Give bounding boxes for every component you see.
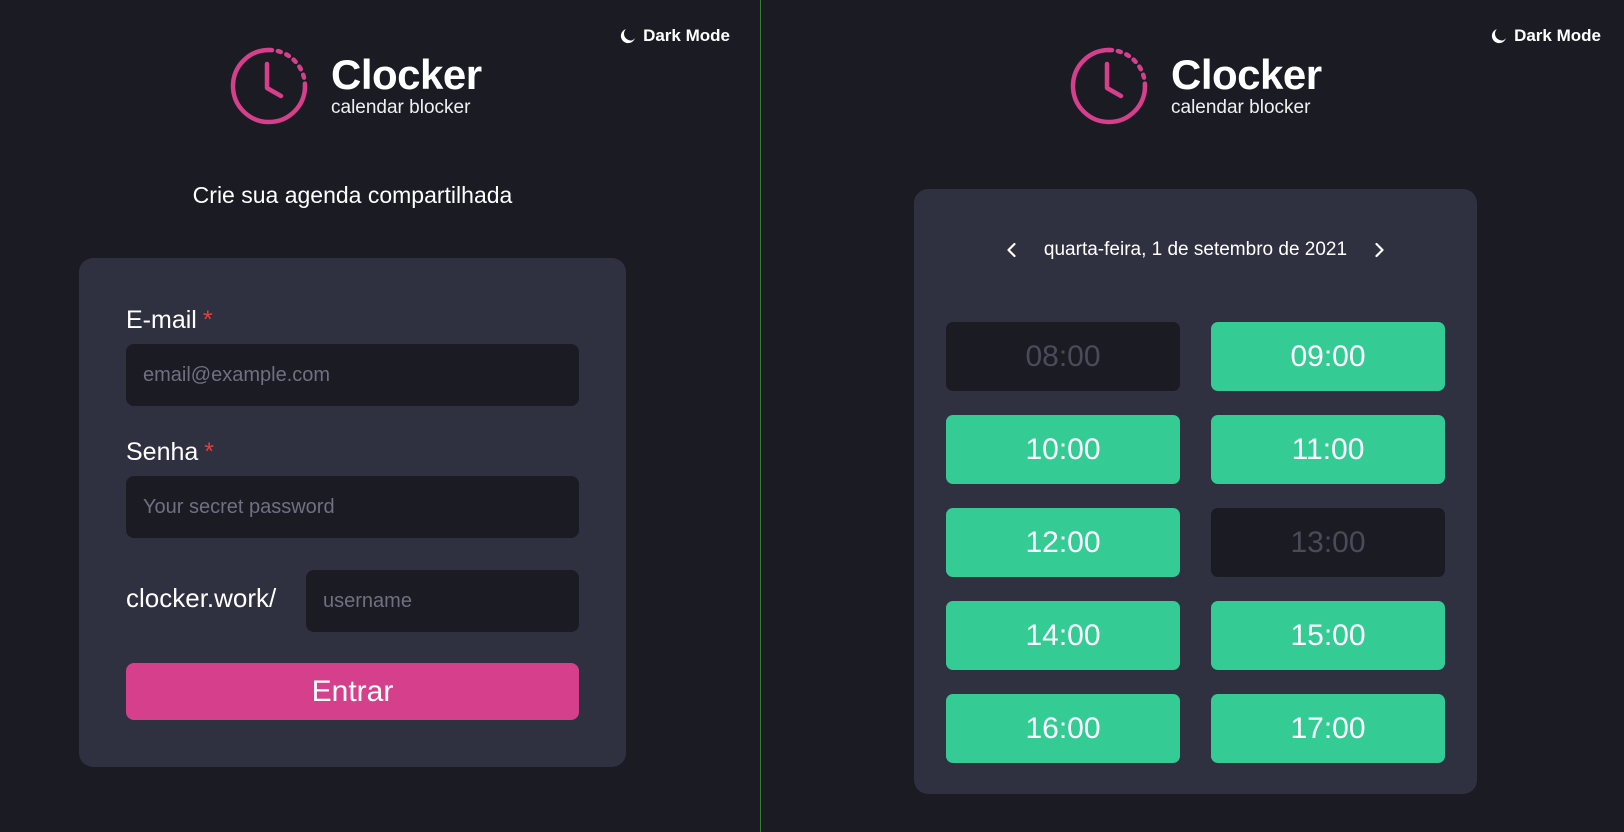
login-form: E-mail* Senha* clocker.work/ Entrar (79, 258, 626, 767)
url-prefix: clocker.work/ (126, 583, 277, 613)
moon-icon (1491, 29, 1507, 44)
email-label: E-mail * (126, 306, 213, 335)
dark-mode-label: Dark Mode (643, 26, 730, 45)
submit-button[interactable]: Entrar (126, 663, 579, 720)
required-marker: * (204, 438, 215, 466)
brand: Clocker calendar blocker (229, 46, 482, 126)
schedule-card: quarta-feira, 1 de setembro de 2021 08:0… (914, 189, 1477, 794)
dark-mode-toggle[interactable]: Dark Mode (1490, 26, 1601, 46)
brand-name: Clocker (331, 51, 482, 98)
password-field[interactable] (126, 476, 579, 538)
chevron-left-icon[interactable] (1002, 240, 1022, 260)
username-field[interactable] (306, 570, 579, 632)
password-label-text: Senha (126, 438, 199, 466)
brand-tagline: calendar blocker (331, 97, 471, 118)
time-slot-grid: 08:00 09:00 10:00 11:00 12:00 13:00 14:0… (946, 322, 1445, 763)
login-screen: Dark Mode Clocker calendar blocker Crie … (0, 0, 760, 832)
required-marker: * (202, 306, 213, 334)
password-label: Senha * (126, 438, 214, 467)
time-slot[interactable]: 10:00 (946, 415, 1180, 484)
brand: Clocker calendar blocker (1069, 46, 1322, 126)
email-field[interactable] (126, 344, 579, 406)
dark-mode-toggle[interactable]: Dark Mode (619, 26, 730, 46)
brand-name: Clocker (1171, 51, 1322, 98)
time-slot[interactable]: 16:00 (946, 694, 1180, 763)
clock-icon (1070, 47, 1148, 125)
date-navigator: quarta-feira, 1 de setembro de 2021 (914, 239, 1477, 261)
app-root: Dark Mode Clocker calendar blocker Crie … (0, 0, 1624, 832)
moon-icon (620, 29, 636, 44)
page-title: Crie sua agenda compartilhada (192, 182, 513, 208)
clock-icon (230, 47, 308, 125)
time-slot[interactable]: 15:00 (1211, 601, 1445, 670)
schedule-screen: Dark Mode Clocker calendar blocker quart… (761, 0, 1624, 832)
dark-mode-label: Dark Mode (1514, 26, 1601, 45)
time-slot[interactable]: 17:00 (1211, 694, 1445, 763)
time-slot: 13:00 (1211, 508, 1445, 577)
time-slot[interactable]: 14:00 (946, 601, 1180, 670)
current-date: quarta-feira, 1 de setembro de 2021 (1043, 239, 1348, 260)
time-slot[interactable]: 11:00 (1211, 415, 1445, 484)
time-slot: 08:00 (946, 322, 1180, 391)
time-slot[interactable]: 09:00 (1211, 322, 1445, 391)
chevron-right-icon[interactable] (1369, 240, 1389, 260)
time-slot[interactable]: 12:00 (946, 508, 1180, 577)
brand-tagline: calendar blocker (1171, 97, 1311, 118)
email-label-text: E-mail (126, 306, 197, 334)
